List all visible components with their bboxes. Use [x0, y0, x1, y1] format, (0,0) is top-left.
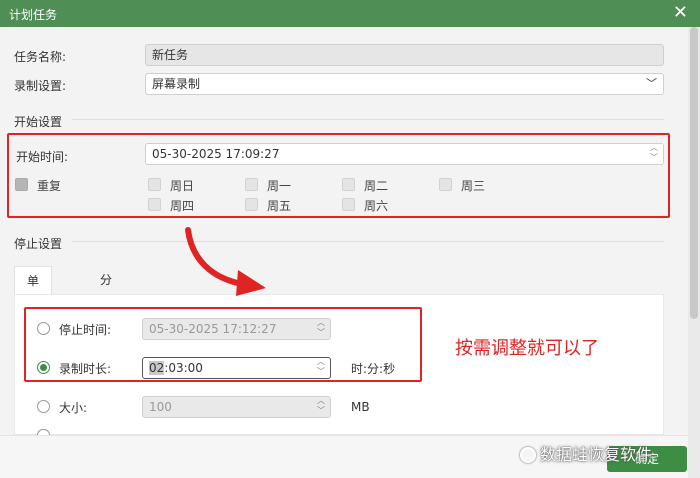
task-name-input[interactable]: 新任务 [145, 44, 664, 66]
window-title: 计划任务 [9, 8, 58, 22]
arrow-icon [185, 227, 266, 296]
watermark-text: 数据蛙恢复软件 [540, 445, 653, 464]
size-radio[interactable] [37, 400, 50, 413]
start-settings-heading: 开始设置 [14, 115, 63, 129]
watermark: 数据蛙恢复软件 [520, 441, 652, 465]
annotation-text: 按需调整就可以了 [455, 338, 599, 359]
scrollbar-thumb[interactable] [690, 27, 698, 319]
scrollbar[interactable] [688, 27, 700, 478]
chevron-down-icon: ﹀ [646, 77, 657, 90]
tab-single-record[interactable]: 单段录制 [14, 266, 53, 372]
stop-settings-heading: 停止设置 [14, 237, 63, 251]
record-settings-select[interactable]: 屏幕录制 ﹀ [145, 73, 664, 95]
highlight-box-stop [24, 307, 422, 382]
watermark-logo-icon [520, 447, 536, 463]
title-bar: 计划任务 ✕ [0, 0, 700, 27]
record-settings-label: 录制设置: [14, 79, 67, 93]
divider [72, 241, 664, 242]
size-unit-label: MB [351, 400, 370, 414]
divider [72, 119, 664, 120]
size-label: 大小: [59, 401, 88, 415]
size-input[interactable]: 100 ︿ ﹀ [142, 396, 331, 418]
close-icon[interactable]: ✕ [673, 3, 688, 23]
spinner-icon[interactable]: ︿ ﹀ [317, 396, 325, 416]
record-settings-value: 屏幕录制 [152, 77, 201, 91]
task-name-value: 新任务 [152, 48, 189, 62]
task-name-label: 任务名称: [14, 50, 67, 64]
size-value: 100 [149, 400, 172, 414]
highlight-box-start [7, 133, 670, 218]
tab-segment-record[interactable]: 分段录制 [88, 266, 124, 371]
